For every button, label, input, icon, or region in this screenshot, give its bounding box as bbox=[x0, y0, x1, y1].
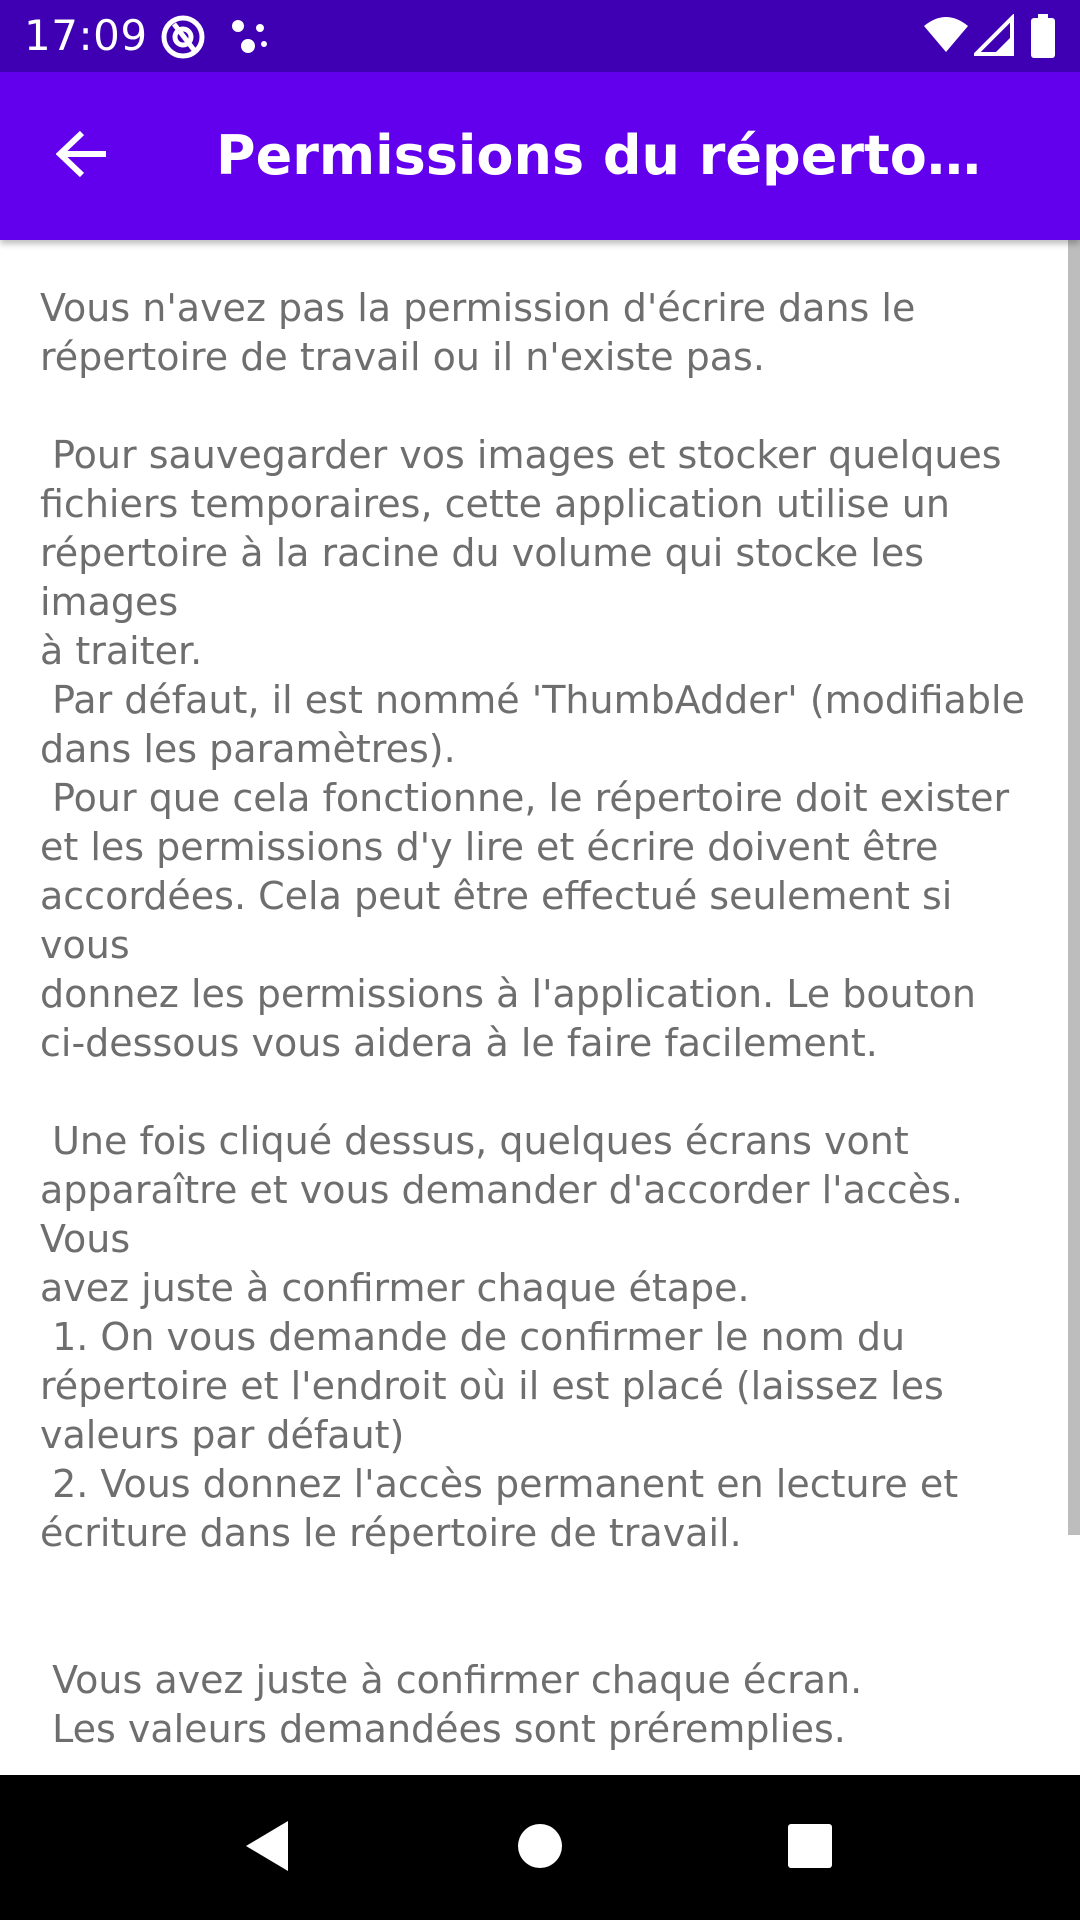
nav-recents-button[interactable] bbox=[765, 1803, 855, 1893]
navigation-bar bbox=[0, 1775, 1080, 1920]
arrow-back-icon bbox=[55, 130, 108, 182]
home-circle-icon bbox=[517, 1823, 563, 1873]
back-triangle-icon bbox=[242, 1819, 292, 1877]
content-scroll-area[interactable]: Vous n'avez pas la permission d'écrire d… bbox=[0, 240, 1080, 1775]
recents-square-icon bbox=[787, 1823, 833, 1873]
nav-back-button[interactable] bbox=[222, 1803, 312, 1893]
status-bar: 17:09 bbox=[0, 0, 1080, 72]
battery-icon bbox=[1030, 14, 1056, 62]
app-bar: Permissions du répertoire… bbox=[0, 72, 1080, 240]
back-button[interactable] bbox=[44, 118, 120, 194]
at-sign-icon bbox=[160, 14, 206, 60]
dots-icon bbox=[228, 14, 274, 60]
nav-home-button[interactable] bbox=[495, 1803, 585, 1893]
status-time: 17:09 bbox=[24, 11, 148, 60]
permission-explanation-text: Vous n'avez pas la permission d'écrire d… bbox=[40, 286, 1025, 1751]
wifi-icon bbox=[922, 14, 970, 58]
page-title: Permissions du répertoire… bbox=[216, 124, 996, 187]
scrollbar[interactable] bbox=[1068, 240, 1080, 1535]
signal-icon bbox=[971, 13, 1014, 60]
